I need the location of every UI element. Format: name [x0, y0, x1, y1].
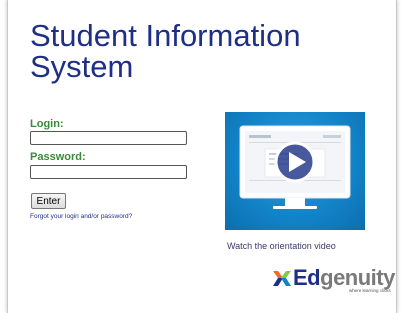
- edgenuity-logo: Edgenuity where learning clicks: [271, 266, 401, 300]
- login-label: Login:: [30, 118, 64, 130]
- page-title-line2: System: [30, 49, 134, 84]
- page-title-line1: Student Information: [30, 18, 301, 53]
- edgenuity-x-mark-icon: [273, 271, 291, 286]
- orientation-video-thumbnail[interactable]: [225, 112, 365, 230]
- page-panel: Student Information System Login: Passwo…: [7, 0, 397, 313]
- enter-button[interactable]: Enter: [31, 193, 66, 209]
- edgenuity-tagline: where learning clicks: [349, 288, 391, 293]
- video-monitor-illustration: [239, 125, 351, 209]
- page-title: Student Information System: [30, 20, 390, 82]
- password-label: Password:: [30, 151, 86, 163]
- play-icon[interactable]: [274, 141, 316, 183]
- password-input[interactable]: [30, 165, 187, 179]
- login-input[interactable]: [30, 131, 187, 145]
- edgenuity-wordmark: Edgenuity: [293, 265, 395, 290]
- forgot-password-link[interactable]: Forgot your login and/or password?: [30, 213, 132, 220]
- video-caption: Watch the orientation video: [227, 241, 336, 251]
